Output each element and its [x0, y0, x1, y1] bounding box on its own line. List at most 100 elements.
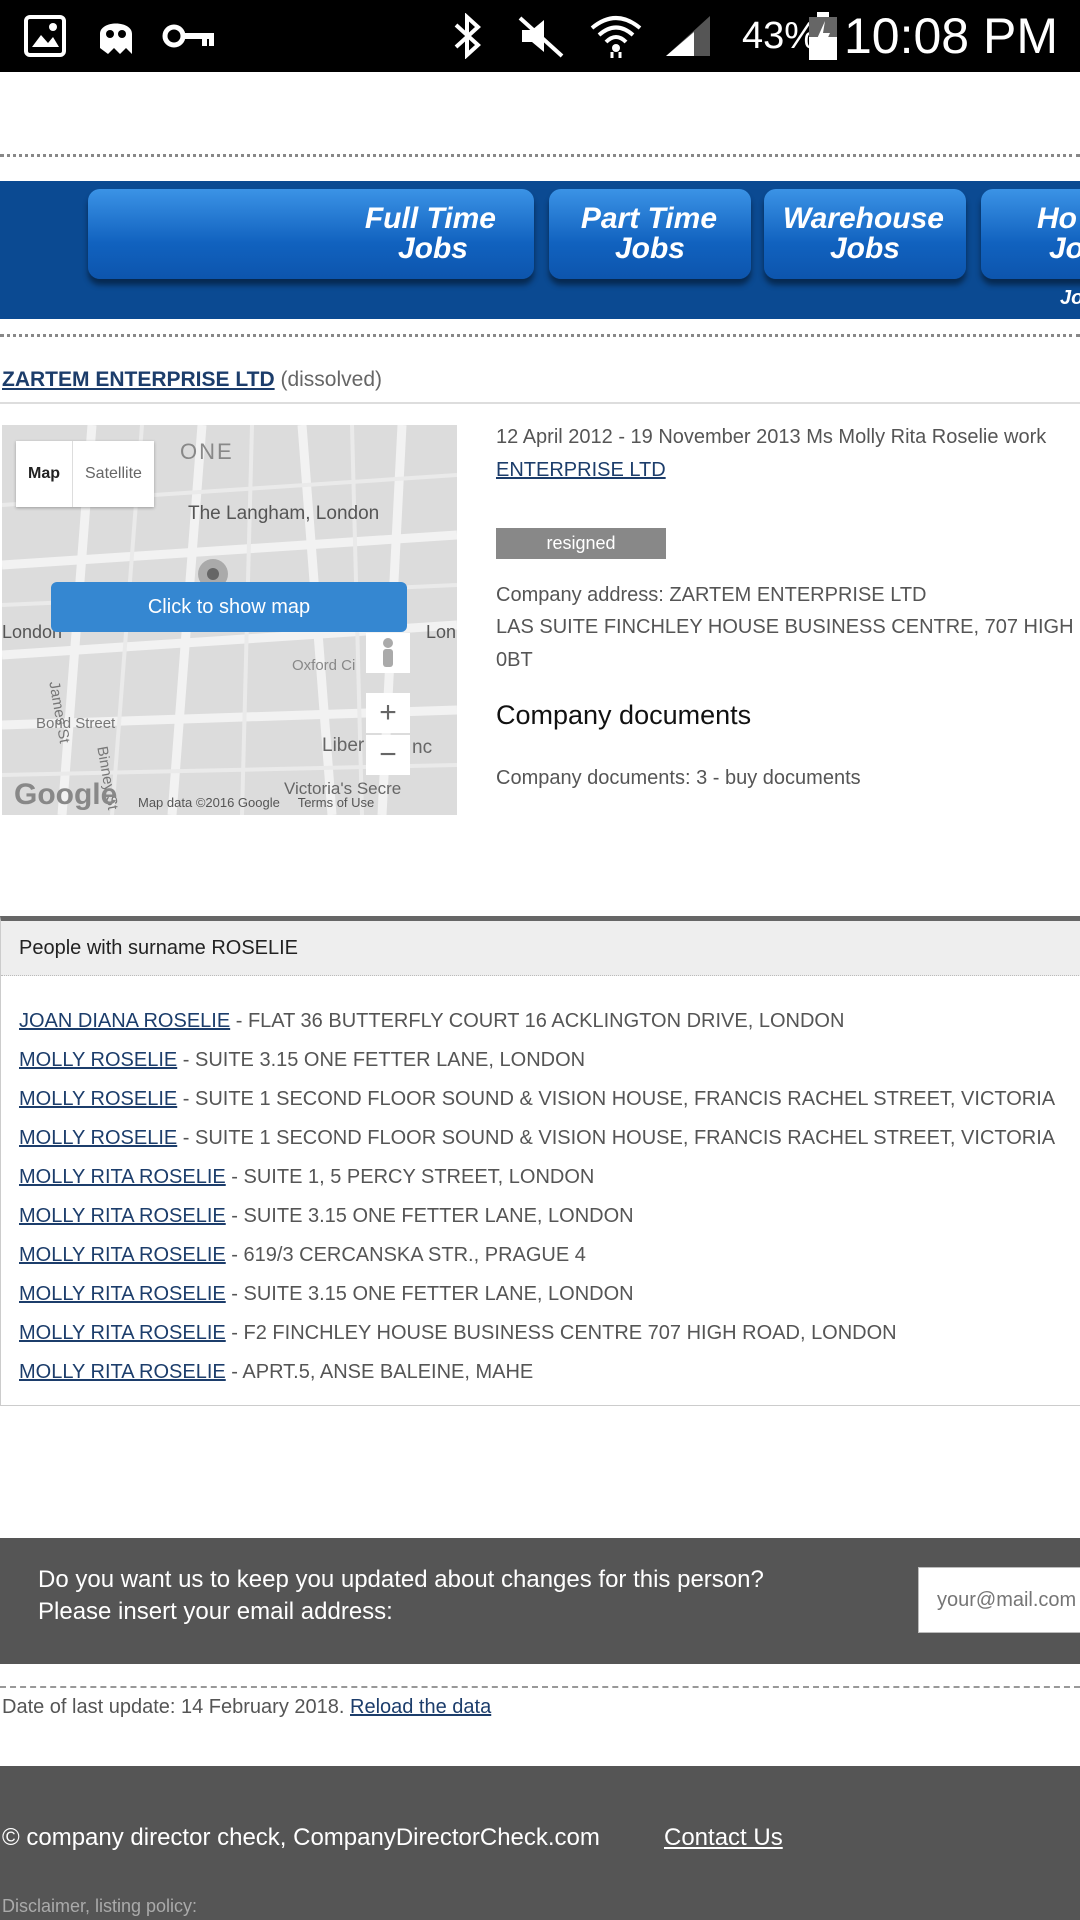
subscribe-panel: Do you want us to keep you updated about…: [0, 1538, 1080, 1664]
map-label: Bond Street: [36, 715, 116, 732]
employment-period: 12 April 2012 - 19 November 2013 Ms Moll…: [496, 426, 1047, 448]
subscribe-line: Do you want us to keep you updated about…: [38, 1566, 764, 1593]
part-time-jobs-button[interactable]: Part Time Jobs: [549, 189, 751, 279]
email-input[interactable]: [918, 1567, 1080, 1633]
map-label: Oxford Ci: [292, 657, 356, 674]
key-icon: [162, 0, 216, 72]
show-map-button[interactable]: Click to show map: [51, 582, 407, 632]
people-heading: People with surname ROSELIE: [1, 921, 1080, 976]
last-update: Date of last update: 14 February 2018. R…: [2, 1696, 491, 1719]
map-label: The Langham, London: [188, 503, 380, 524]
company-info: ENTERPRISE LTD: [496, 459, 666, 482]
zoom-in-button[interactable]: +: [366, 693, 410, 733]
map-data-text: Map data ©2016 Google: [138, 795, 280, 810]
map-preview[interactable]: Map Satellite ONE The Langham, London Lo…: [2, 425, 457, 815]
divider: [0, 402, 1080, 404]
person-address: - SUITE 1 SECOND FLOOR SOUND & VISION HO…: [177, 1127, 1056, 1149]
company-title: ZARTEM ENTERPRISE LTD (dissolved): [2, 368, 382, 392]
person-address: - SUITE 3.15 ONE FETTER LANE, LONDON: [225, 1283, 634, 1305]
button-label: Ho: [1037, 202, 1077, 235]
company-status: (dissolved): [280, 368, 383, 391]
full-time-jobs-button[interactable]: Full Time Jobs: [88, 189, 534, 279]
company-address-line: LAS SUITE FINCHLEY HOUSE BUSINESS CENTRE…: [496, 616, 1080, 638]
map-label: Liber: [322, 735, 365, 756]
separator: [0, 334, 1080, 337]
ghost-icon: [96, 0, 136, 72]
warehouse-jobs-button[interactable]: Warehouse Jobs: [764, 189, 966, 279]
person-address: - F2 FINCHLEY HOUSE BUSINESS CENTRE 707 …: [225, 1322, 897, 1344]
gallery-icon: [24, 0, 66, 72]
button-label: Jo: [1049, 232, 1080, 265]
battery-icon: [808, 0, 838, 72]
list-item: MOLLY ROSELIE - SUITE 3.15 ONE FETTER LA…: [19, 1041, 1080, 1080]
list-item: MOLLY ROSELIE - SUITE 1 SECOND FLOOR SOU…: [19, 1119, 1080, 1158]
person-link[interactable]: MOLLY RITA ROSELIE: [19, 1166, 226, 1188]
map-label: nc: [412, 737, 433, 758]
documents-text[interactable]: Company documents: 3 - buy documents: [496, 767, 861, 790]
separator: [0, 154, 1080, 157]
subscribe-line: Please insert your email address:: [38, 1598, 393, 1625]
button-label: Warehouse: [782, 202, 944, 235]
status-bar: 43% 10:08 PM: [0, 0, 1080, 72]
company-address: Company address: ZARTEM ENTERPRISE LTD: [496, 584, 927, 606]
list-item: MOLLY RITA ROSELIE - SUITE 3.15 ONE FETT…: [19, 1275, 1080, 1314]
person-link[interactable]: MOLLY ROSELIE: [19, 1049, 177, 1071]
map-type-map[interactable]: Map: [16, 441, 72, 507]
person-address: - FLAT 36 BUTTERFLY COURT 16 ACKLINGTON …: [230, 1010, 845, 1032]
last-update-text: Date of last update: 14 February 2018.: [2, 1696, 350, 1718]
person-address: - SUITE 1 SECOND FLOOR SOUND & VISION HO…: [177, 1088, 1056, 1110]
copyright: © company director check, CompanyDirecto…: [2, 1824, 600, 1851]
button-label: Jobs: [829, 232, 900, 265]
battery-percentage: 43%: [741, 14, 818, 57]
person-address: - 619/3 CERCANSKA STR., PRAGUE 4: [225, 1244, 586, 1266]
pegman-icon[interactable]: [366, 633, 410, 673]
status-badge: resigned: [496, 528, 666, 559]
person-link[interactable]: MOLLY RITA ROSELIE: [19, 1283, 226, 1305]
map-type-satellite[interactable]: Satellite: [72, 441, 154, 507]
company-name-link[interactable]: ZARTEM ENTERPRISE LTD: [2, 368, 275, 391]
person-link[interactable]: MOLLY RITA ROSELIE: [19, 1361, 226, 1383]
button-label: Full Time: [364, 202, 496, 235]
documents-heading: Company documents: [496, 700, 752, 730]
list-item: MOLLY RITA ROSELIE - 619/3 CERCANSKA STR…: [19, 1236, 1080, 1275]
google-logo: Google: [14, 778, 118, 811]
button-label: Jobs: [614, 232, 685, 265]
map-type-control[interactable]: Map Satellite: [16, 441, 154, 507]
list-item: MOLLY RITA ROSELIE - SUITE 3.15 ONE FETT…: [19, 1197, 1080, 1236]
person-link[interactable]: MOLLY RITA ROSELIE: [19, 1205, 226, 1227]
list-item: MOLLY RITA ROSELIE - SUITE 1, 5 PERCY ST…: [19, 1158, 1080, 1197]
company-link[interactable]: ENTERPRISE LTD: [496, 459, 666, 481]
wifi-icon: [590, 0, 642, 72]
person-link[interactable]: JOAN DIANA ROSELIE: [19, 1010, 230, 1032]
banner-fragment: Jo: [1060, 287, 1080, 309]
list-item: MOLLY RITA ROSELIE - F2 FINCHLEY HOUSE B…: [19, 1314, 1080, 1353]
contact-us-link[interactable]: Contact Us: [664, 1824, 783, 1852]
clock: 10:08 PM: [843, 8, 1058, 64]
jobs-banner[interactable]: Full Time Jobs Part Time Jobs Warehouse …: [0, 181, 1080, 319]
company-address-postcode: 0BT: [496, 649, 533, 671]
button-label: Part Time: [580, 202, 717, 235]
bluetooth-icon: [450, 0, 486, 72]
list-item: JOAN DIANA ROSELIE - FLAT 36 BUTTERFLY C…: [19, 1002, 1080, 1041]
signal-icon: [664, 0, 712, 72]
person-address: - SUITE 3.15 ONE FETTER LANE, LONDON: [225, 1205, 634, 1227]
person-link[interactable]: MOLLY RITA ROSELIE: [19, 1322, 226, 1344]
people-list: JOAN DIANA ROSELIE - FLAT 36 BUTTERFLY C…: [1, 976, 1080, 1392]
map-label: ONE: [180, 439, 234, 464]
list-item: MOLLY RITA ROSELIE - APRT.5, ANSE BALEIN…: [19, 1353, 1080, 1392]
map-label: Lon: [426, 622, 457, 642]
terms-of-use-link[interactable]: Terms of Use: [298, 795, 375, 810]
button-label: Jobs: [397, 232, 468, 265]
person-link[interactable]: MOLLY RITA ROSELIE: [19, 1244, 226, 1266]
zoom-out-button[interactable]: −: [366, 735, 410, 775]
separator: [0, 1686, 1080, 1688]
person-address: - SUITE 3.15 ONE FETTER LANE, LONDON: [177, 1049, 586, 1071]
reload-data-link[interactable]: Reload the data: [350, 1696, 491, 1718]
map-credits: Map data ©2016 Google Terms of Use: [138, 795, 374, 810]
person-address: - APRT.5, ANSE BALEINE, MAHE: [225, 1361, 534, 1383]
disclaimer-link[interactable]: Disclaimer, listing policy:: [2, 1896, 197, 1917]
home-jobs-button[interactable]: Ho Jo: [981, 189, 1080, 279]
person-link[interactable]: MOLLY ROSELIE: [19, 1127, 177, 1149]
list-item: MOLLY ROSELIE - SUITE 1 SECOND FLOOR SOU…: [19, 1080, 1080, 1119]
person-link[interactable]: MOLLY ROSELIE: [19, 1088, 177, 1110]
